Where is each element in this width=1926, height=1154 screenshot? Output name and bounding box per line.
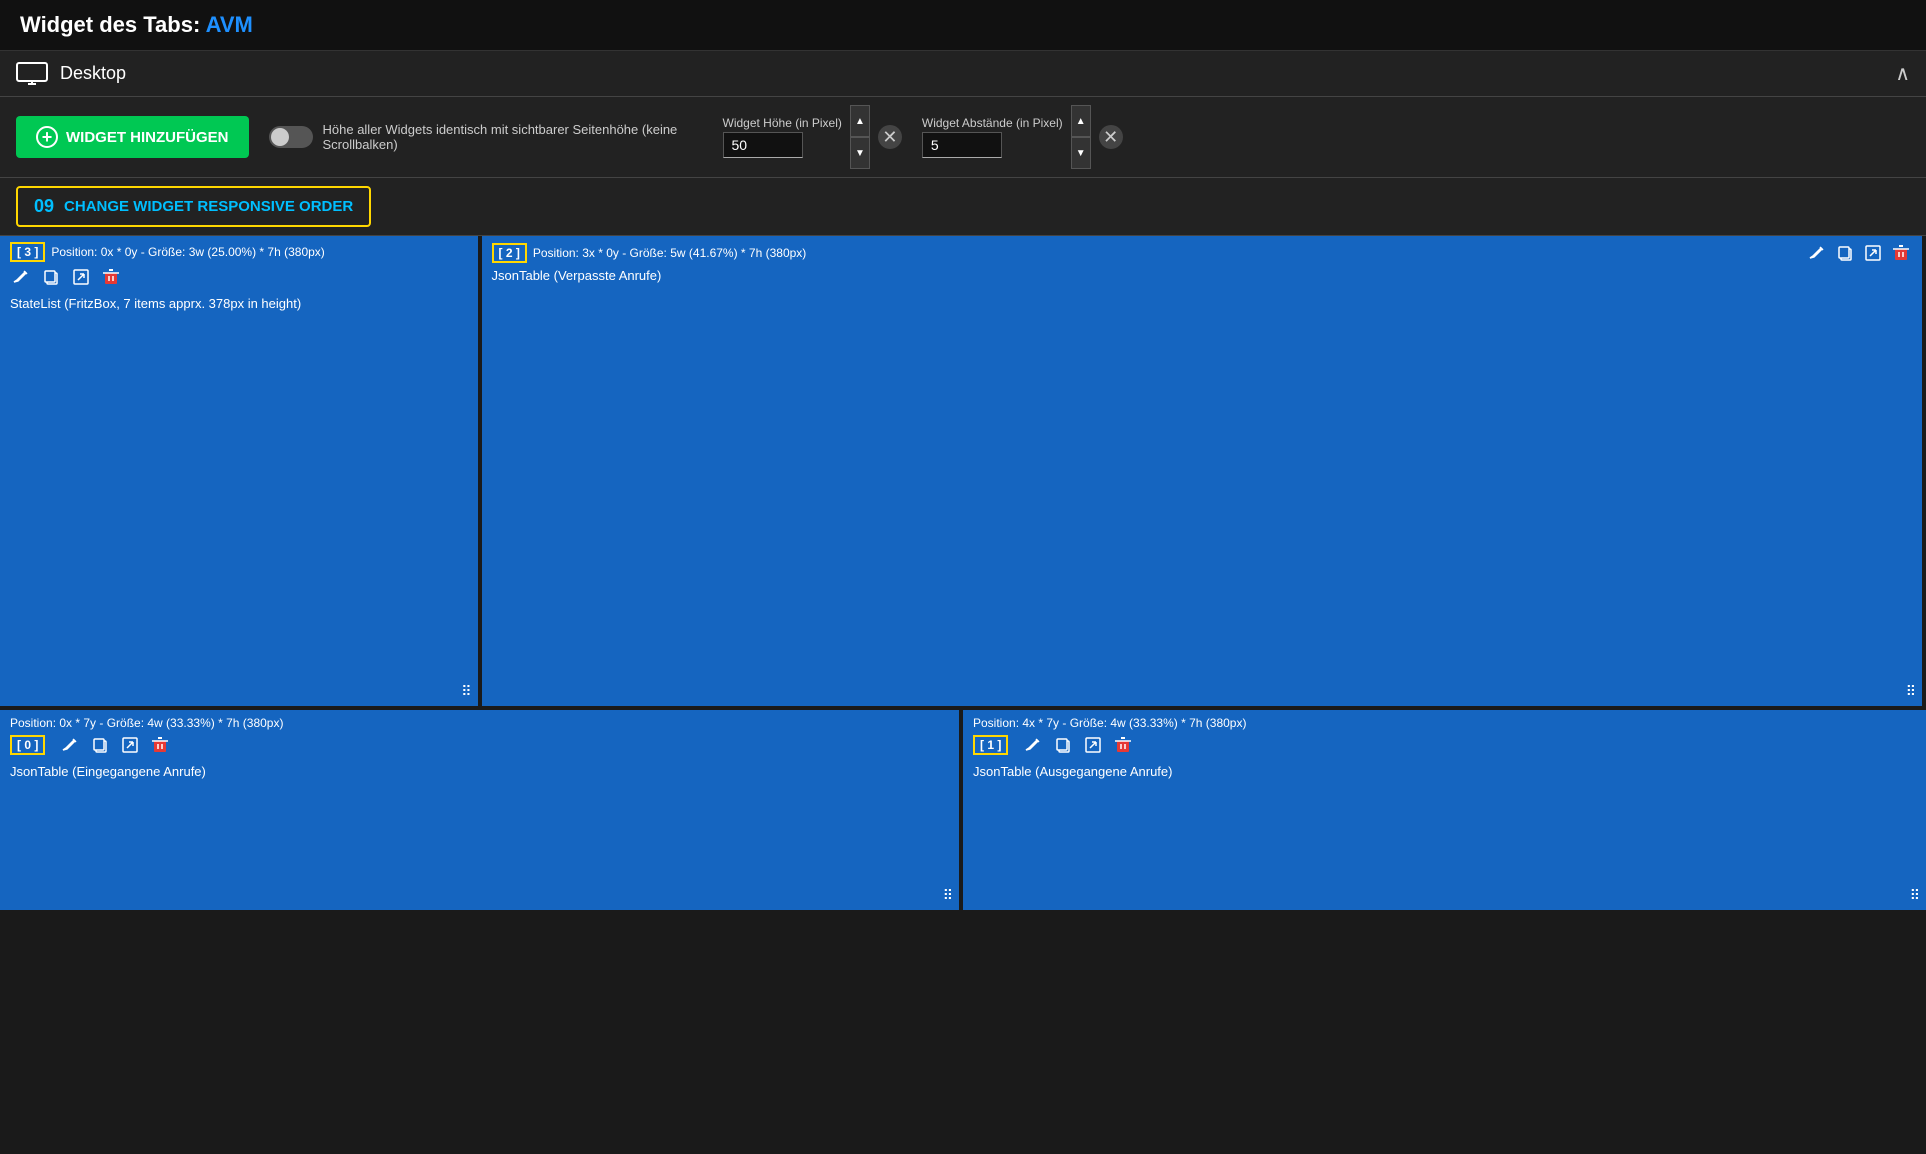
- height-input[interactable]: [723, 132, 803, 158]
- widget-2-export-button[interactable]: [1862, 242, 1884, 264]
- widget-3-title: JsonTable (Eingegangene Anrufe): [10, 764, 949, 779]
- widget-4-edit-button[interactable]: [1022, 734, 1044, 756]
- control-bar: + WIDGET HINZUFÜGEN Höhe aller Widgets i…: [0, 97, 1926, 178]
- widget-1-export-button[interactable]: [70, 266, 92, 288]
- height-control: Widget Höhe (in Pixel) ▲ ▼ ✕: [723, 105, 902, 169]
- widget-3-header: Position: 0x * 7y - Größe: 4w (33.33%) *…: [10, 716, 949, 730]
- title-prefix: Widget des Tabs:: [20, 12, 200, 37]
- widget-3-actions: [ 0 ]: [10, 734, 949, 756]
- widget-1-actions: [10, 266, 468, 288]
- widget-4-badge: [ 1 ]: [973, 735, 1008, 755]
- widget-3-position: Position: 0x * 7y - Größe: 4w (33.33%) *…: [10, 716, 949, 730]
- widget-3-export-button[interactable]: [119, 734, 141, 756]
- widget-row-0: [ 3 ] Position: 0x * 0y - Größe: 3w (25.…: [0, 236, 1926, 706]
- widget-3-badge: [ 0 ]: [10, 735, 45, 755]
- toolbar: Desktop ∧: [0, 51, 1926, 97]
- spacing-input[interactable]: [922, 132, 1002, 158]
- widget-4-header: Position: 4x * 7y - Größe: 4w (33.33%) *…: [973, 716, 1916, 730]
- spacing-control: Widget Abstände (in Pixel) ▲ ▼ ✕: [922, 105, 1123, 169]
- widget-2-title: JsonTable (Verpasste Anrufe): [492, 268, 1913, 283]
- spacing-label: Widget Abstände (in Pixel): [922, 116, 1063, 130]
- desktop-label: Desktop: [60, 63, 126, 84]
- collapse-button[interactable]: ∧: [1895, 61, 1910, 86]
- height-spin-down[interactable]: ▼: [850, 137, 870, 169]
- spacing-control-group: Widget Abstände (in Pixel): [922, 116, 1063, 158]
- add-widget-label: WIDGET HINZUFÜGEN: [66, 129, 229, 146]
- toggle-container: Höhe aller Widgets identisch mit sichtba…: [269, 122, 703, 152]
- widget-2-resize[interactable]: ⠿: [1906, 683, 1916, 700]
- widget-2-controls: [1806, 242, 1912, 264]
- toolbar-right[interactable]: ∧: [1895, 61, 1910, 86]
- widget-1-header: [ 3 ] Position: 0x * 0y - Größe: 3w (25.…: [10, 242, 468, 262]
- widget-4-title: JsonTable (Ausgegangene Anrufe): [973, 764, 1916, 779]
- widget-4: Position: 4x * 7y - Größe: 4w (33.33%) *…: [963, 710, 1926, 910]
- add-widget-button[interactable]: + WIDGET HINZUFÜGEN: [16, 116, 249, 158]
- widget-3: Position: 0x * 7y - Größe: 4w (33.33%) *…: [0, 710, 963, 910]
- spacing-clear-button[interactable]: ✕: [1099, 125, 1123, 149]
- widget-2-badge: [ 2 ]: [492, 243, 527, 263]
- widget-2-header: [ 2 ] Position: 3x * 0y - Größe: 5w (41.…: [492, 242, 1913, 264]
- widget-4-copy-button[interactable]: [1052, 734, 1074, 756]
- widget-2: [ 2 ] Position: 3x * 0y - Größe: 5w (41.…: [482, 236, 1923, 706]
- widget-1-position: Position: 0x * 0y - Größe: 3w (25.00%) *…: [51, 245, 467, 259]
- change-order-button[interactable]: 09 CHANGE WIDGET RESPONSIVE ORDER: [16, 186, 371, 227]
- height-toggle[interactable]: [269, 126, 313, 148]
- app-title: Widget des Tabs: AVM: [20, 12, 1906, 38]
- spacing-spin-up[interactable]: ▲: [1071, 105, 1091, 137]
- toggle-label: Höhe aller Widgets identisch mit sichtba…: [323, 122, 703, 152]
- height-clear-button[interactable]: ✕: [878, 125, 902, 149]
- widget-1-copy-button[interactable]: [40, 266, 62, 288]
- app-header: Widget des Tabs: AVM: [0, 0, 1926, 51]
- widget-2-edit-button[interactable]: [1806, 242, 1828, 264]
- widget-1-resize[interactable]: ⠿: [461, 683, 471, 700]
- change-order-label: CHANGE WIDGET RESPONSIVE ORDER: [64, 198, 353, 215]
- widget-1-title: StateList (FritzBox, 7 items apprx. 378p…: [10, 296, 468, 311]
- widget-3-resize[interactable]: ⠿: [943, 887, 953, 904]
- height-spin-up[interactable]: ▲: [850, 105, 870, 137]
- title-name: AVM: [206, 12, 253, 37]
- widget-1-delete-button[interactable]: [100, 266, 122, 288]
- widget-3-delete-button[interactable]: [149, 734, 171, 756]
- toolbar-left: Desktop: [16, 62, 126, 86]
- widget-1: [ 3 ] Position: 0x * 0y - Größe: 3w (25.…: [0, 236, 482, 706]
- widget-area: [ 3 ] Position: 0x * 0y - Größe: 3w (25.…: [0, 236, 1926, 910]
- widget-4-export-button[interactable]: [1082, 734, 1104, 756]
- widget-4-position: Position: 4x * 7y - Größe: 4w (33.33%) *…: [973, 716, 1916, 730]
- widget-2-copy-button[interactable]: [1834, 242, 1856, 264]
- widget-3-copy-button[interactable]: [89, 734, 111, 756]
- height-control-group: Widget Höhe (in Pixel): [723, 116, 842, 158]
- widget-1-badge: [ 3 ]: [10, 242, 45, 262]
- widget-1-edit-button[interactable]: [10, 266, 32, 288]
- widget-3-edit-button[interactable]: [59, 734, 81, 756]
- widget-4-actions: [ 1 ]: [973, 734, 1916, 756]
- plus-icon: +: [36, 126, 58, 148]
- order-icon: 09: [34, 196, 54, 217]
- monitor-icon: [16, 62, 48, 86]
- widget-2-delete-button[interactable]: [1890, 242, 1912, 264]
- widget-4-resize[interactable]: ⠿: [1910, 887, 1920, 904]
- widget-row-1: Position: 0x * 7y - Größe: 4w (33.33%) *…: [0, 710, 1926, 910]
- spacing-spin-down[interactable]: ▼: [1071, 137, 1091, 169]
- height-label: Widget Höhe (in Pixel): [723, 116, 842, 130]
- widget-4-delete-button[interactable]: [1112, 734, 1134, 756]
- widget-2-position: Position: 3x * 0y - Größe: 5w (41.67%) *…: [533, 246, 1806, 260]
